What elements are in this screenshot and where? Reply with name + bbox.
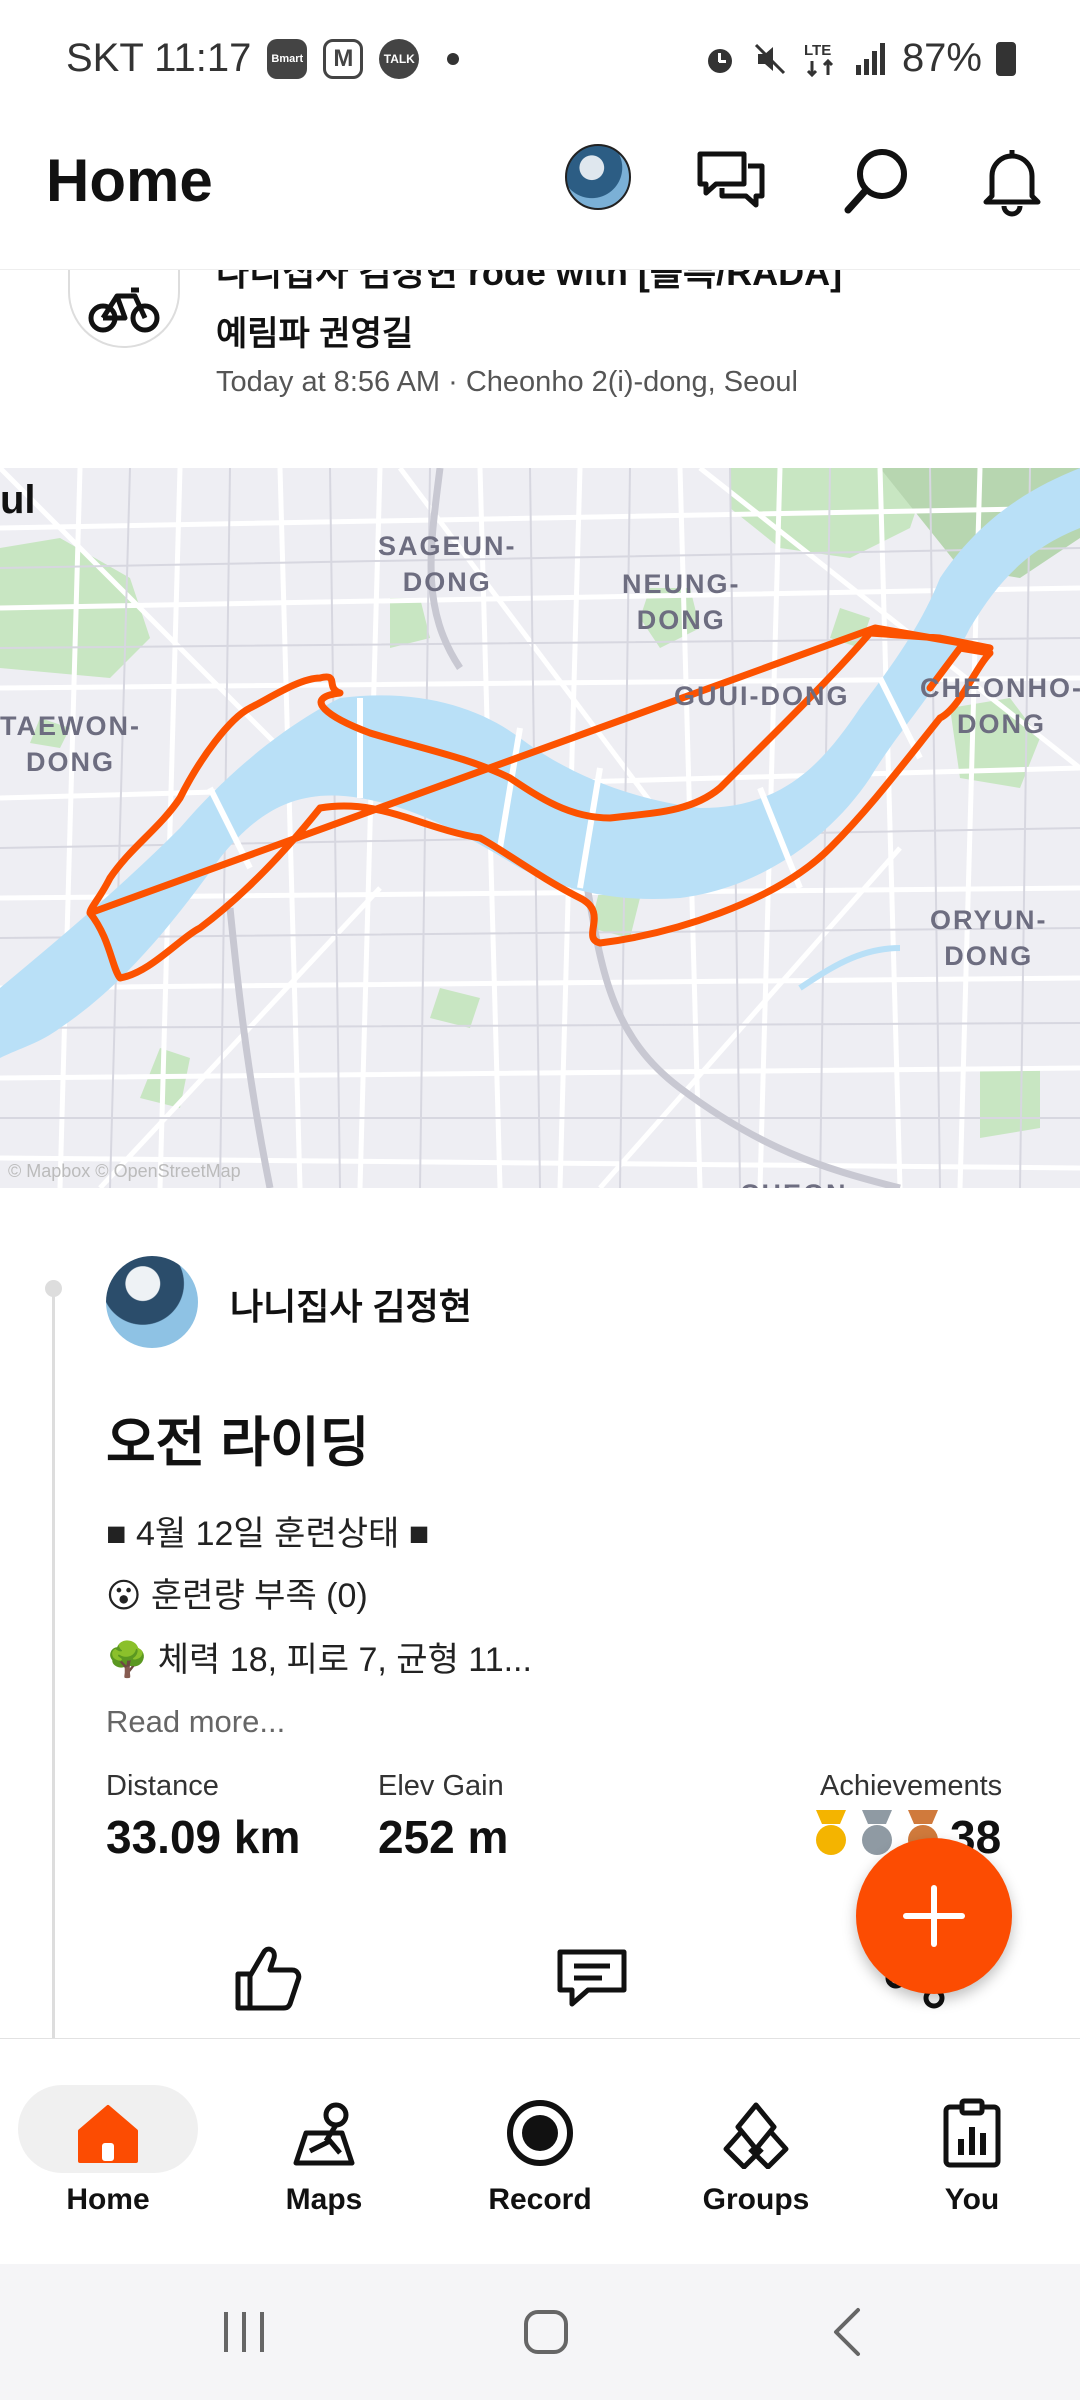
system-nav-bar [0, 2264, 1080, 2400]
description-line-3: 🌳 체력 18, 피로 7, 균형 11... [106, 1641, 532, 1679]
nav-groups-label: Groups [702, 2183, 810, 2216]
distance-label: Distance [106, 1770, 219, 1802]
nav-you[interactable]: You [882, 2085, 1062, 2235]
activity-title-cut[interactable]: 나니집사 김정현 rode with [볼륵/RADA] [216, 270, 842, 296]
nav-maps-label: Maps [285, 2183, 363, 2216]
map-label-guui: GUUI-DONG [674, 681, 850, 711]
activity-header[interactable]: 나니집사 김정현 rode with [볼륵/RADA] 예림파 권영길 Tod… [0, 270, 1080, 470]
read-more-link[interactable]: Read more... [106, 1704, 285, 1740]
chat-icon[interactable] [692, 140, 772, 220]
nav-record[interactable]: Record [450, 2085, 630, 2235]
add-post-button[interactable] [856, 1838, 1012, 1994]
nav-record-label: Record [488, 2183, 592, 2216]
battery-icon [996, 41, 1016, 76]
nav-maps[interactable]: Maps [234, 2085, 414, 2235]
gold-medal-icon [816, 1810, 846, 1855]
alarm-icon [707, 48, 732, 73]
nav-home[interactable]: Home [18, 2085, 198, 2235]
map-label-sageun: SAGEUN- DONG [378, 531, 517, 597]
record-icon [507, 2100, 573, 2166]
app-bar: Home [0, 120, 1080, 270]
bottom-nav: Home Maps Record Groups You [0, 2038, 1080, 2264]
achievements-label: Achievements [820, 1770, 1003, 1802]
home-system-button[interactable] [514, 2302, 578, 2362]
map-attribution[interactable]: © Mapbox © OpenStreetMap [8, 1161, 241, 1182]
activity-title-line2[interactable]: 예림파 권영길 [216, 306, 413, 355]
maps-icon [293, 2102, 355, 2166]
bell-icon[interactable] [972, 140, 1052, 220]
timeline-dot [45, 1280, 62, 1297]
battery-percent: 87% [901, 36, 982, 80]
status-right: LTE 87% [702, 36, 1016, 81]
notification-dot [447, 52, 460, 65]
svg-text:LTE: LTE [804, 42, 831, 59]
map-label-neung: NEUNG- DONG [622, 569, 741, 635]
back-button[interactable] [818, 2302, 882, 2362]
activity-title[interactable]: 오전 라이딩 [106, 1398, 369, 1477]
nav-groups[interactable]: Groups [666, 2085, 846, 2235]
plus-icon [903, 1885, 965, 1947]
gmail-badge: M [323, 38, 364, 79]
elev-gain-label: Elev Gain [378, 1770, 504, 1802]
carrier-time: SKT 11:17 [66, 36, 252, 80]
lte-icon: LTE [804, 42, 833, 77]
talk-badge: TALK [379, 38, 420, 79]
recents-button[interactable] [212, 2302, 276, 2362]
status-left: SKT 11:17 Bmart M TALK [66, 36, 460, 81]
comment-icon[interactable] [552, 1938, 632, 2018]
distance-value: 33.09 km [106, 1811, 301, 1863]
nav-you-label: You [944, 2183, 1000, 2216]
description-line-2: 😮 훈련량 부족 (0) [106, 1577, 368, 1615]
user-avatar[interactable] [106, 1256, 198, 1348]
map-label-cheonho: CHEONHO- DONG [920, 673, 1080, 739]
nav-home-label: Home [66, 2183, 150, 2216]
elev-gain-value: 252 m [378, 1811, 509, 1863]
mute-icon [754, 43, 785, 74]
home-icon [78, 2105, 138, 2163]
map-label-oryun: ORYUN- DONG [930, 905, 1048, 971]
map-canvas [0, 468, 1080, 1188]
you-icon [943, 2098, 1001, 2168]
user-name[interactable]: 나니집사 김정현 [230, 1278, 472, 1330]
route-map[interactable]: ul SAGEUN- DONG NEUNG- DONG GUUI-DONG CH… [0, 468, 1080, 1188]
map-label-taewon: TAEWON- DONG [0, 711, 141, 777]
bike-icon [88, 287, 160, 333]
map-label-cheon: CHEON [740, 1176, 848, 1188]
profile-avatar[interactable] [565, 144, 631, 210]
more-menu-button[interactable]: ··· [978, 270, 1016, 283]
description-line-1: ■ 4월 12일 훈련상태 ■ [106, 1515, 430, 1553]
groups-icon [723, 2102, 789, 2169]
search-icon[interactable] [838, 140, 918, 220]
page-title: Home [46, 147, 213, 214]
timeline-line [52, 1288, 55, 2038]
thumbs-up-icon[interactable] [228, 1938, 308, 2018]
sport-type-badge [68, 270, 180, 348]
status-bar: SKT 11:17 Bmart M TALK LTE 87% [0, 0, 1080, 120]
activity-meta: Today at 8:56 AM · Cheonho 2(i)-dong, Se… [216, 366, 798, 398]
signal-icon [855, 42, 885, 75]
map-label-seoul: ul [0, 478, 36, 522]
bmart-badge: Bmart [267, 38, 308, 79]
